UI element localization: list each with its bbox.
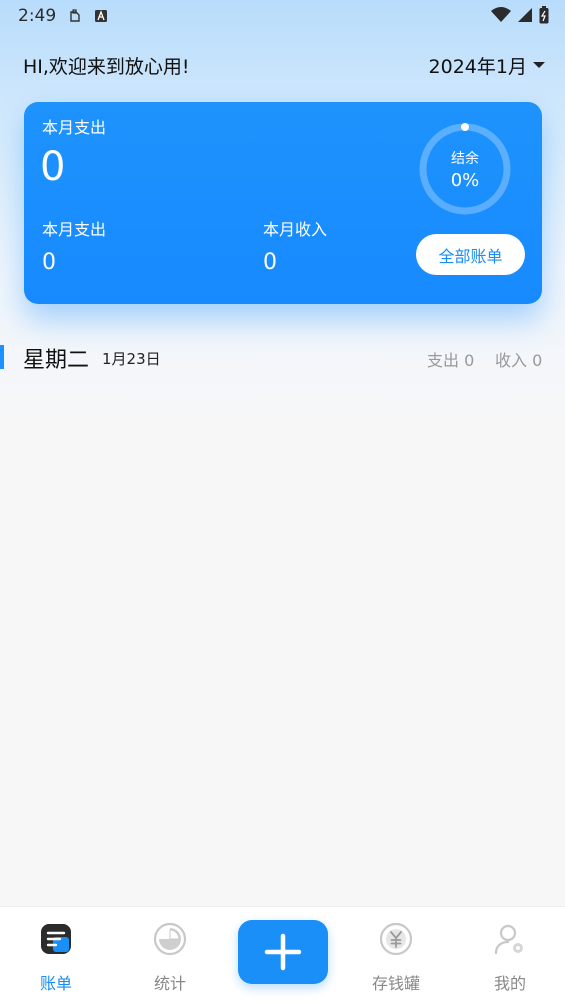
profile-icon	[492, 921, 528, 957]
income-label: 本月收入	[263, 220, 328, 239]
tab-mine[interactable]: 我的	[465, 907, 555, 1004]
day-income: 收入 0	[495, 351, 543, 370]
tab-mine-label: 我的	[493, 974, 526, 993]
clipboard-icon	[68, 9, 82, 23]
balance-percent: 0%	[450, 169, 480, 191]
day-date: 1月23日	[102, 350, 161, 368]
month-selector[interactable]: 2024年1月	[429, 52, 545, 79]
signal-icon	[517, 7, 533, 27]
balance-ring: 结余 0%	[418, 122, 512, 216]
tab-piggy-bank-label: 存钱罐	[371, 974, 420, 993]
tab-statistics-label: 统计	[153, 974, 186, 993]
day-accent-bar	[0, 345, 4, 369]
status-bar: 2:49	[0, 0, 565, 32]
day-group-header: 星期二 1月23日 支出 0 收入 0	[0, 340, 565, 373]
wifi-icon	[491, 7, 511, 27]
expense-value: 0	[42, 250, 56, 275]
tab-bills[interactable]: 账单	[11, 907, 101, 1004]
monthly-expense-title: 本月支出	[42, 118, 107, 137]
day-weekday: 星期二	[23, 348, 90, 373]
pie-chart-icon	[152, 921, 188, 957]
month-label: 2024年1月	[428, 55, 527, 78]
all-bills-button[interactable]: 全部账单	[416, 234, 525, 275]
caret-down-icon	[533, 62, 545, 68]
battery-icon	[539, 6, 549, 28]
status-time: 2:49	[18, 6, 57, 26]
greeting-row: HI,欢迎来到放心用! 2024年1月	[23, 50, 545, 80]
a-badge-icon	[94, 9, 108, 23]
monthly-expense-amount: 0	[40, 144, 66, 190]
day-expense: 支出 0	[427, 351, 475, 370]
balance-label: 结余	[451, 150, 479, 167]
plus-icon	[264, 933, 302, 971]
yuan-coin-icon	[378, 921, 414, 957]
expense-label: 本月支出	[42, 220, 107, 239]
tab-bills-label: 账单	[39, 974, 72, 993]
income-value: 0	[263, 250, 277, 275]
summary-card: 本月支出 0 本月支出 0 本月收入 0 结余 0% 全部账单	[24, 102, 542, 304]
tab-piggy-bank[interactable]: 存钱罐	[351, 907, 441, 1004]
greeting-text: HI,欢迎来到放心用!	[23, 55, 190, 78]
tab-statistics[interactable]: 统计	[125, 907, 215, 1004]
bill-icon	[38, 921, 74, 957]
add-record-button[interactable]	[238, 920, 328, 984]
